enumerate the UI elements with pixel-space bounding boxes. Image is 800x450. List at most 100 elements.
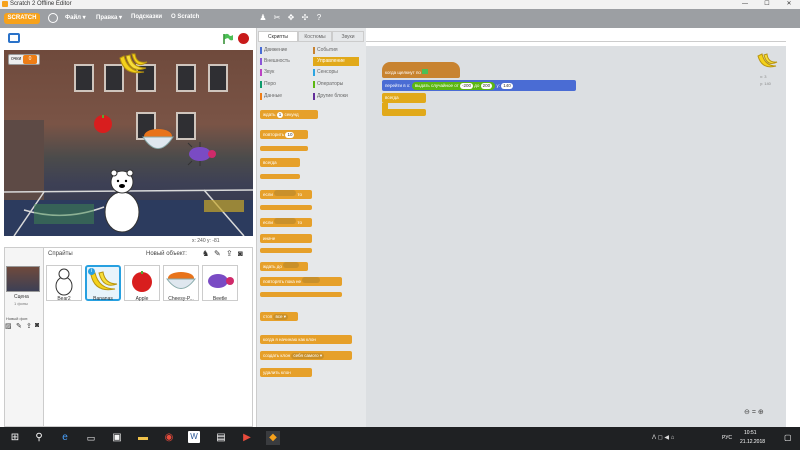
- block-stop[interactable]: стоп все ▾: [260, 312, 298, 321]
- store-icon[interactable]: ▣: [110, 431, 124, 445]
- scratch-icon[interactable]: ◆: [266, 431, 280, 445]
- category-motion[interactable]: Движение: [260, 47, 287, 54]
- word-icon[interactable]: W: [188, 431, 200, 443]
- block-repeat-until[interactable]: повторять пока не: [260, 277, 342, 286]
- category-data[interactable]: Данные: [260, 93, 282, 100]
- app-icon: [2, 1, 8, 7]
- block-repeat-bottom[interactable]: [260, 146, 308, 151]
- sprite-label: Bear2: [57, 296, 71, 302]
- duplicate-icon[interactable]: ♟: [258, 13, 268, 23]
- category-operators[interactable]: Операторы: [313, 81, 343, 88]
- chrome-icon[interactable]: ◉: [162, 431, 176, 445]
- paint-sprite-icon[interactable]: ♞: [202, 249, 209, 258]
- shrink-icon[interactable]: ✣: [300, 13, 310, 23]
- notifications-icon[interactable]: ▢: [784, 433, 792, 442]
- block-else[interactable]: иначе: [260, 234, 312, 243]
- block-delete-clone[interactable]: удалить клон: [260, 368, 312, 377]
- block-forever-bottom[interactable]: [260, 174, 300, 179]
- block-create-clone[interactable]: создать клон себя самого ▾: [260, 351, 352, 360]
- block-if-else-bottom[interactable]: [260, 248, 312, 253]
- tray-date[interactable]: 21.12.2018: [740, 439, 765, 445]
- variable-monitor[interactable]: очки 0: [8, 54, 41, 65]
- beetle-sprite[interactable]: [184, 142, 218, 166]
- camera-backdrop-icon[interactable]: ◙: [35, 322, 39, 329]
- upload-sprite-icon[interactable]: ⇪: [226, 249, 233, 258]
- script-area[interactable]: [366, 46, 786, 427]
- block-repeat[interactable]: повторить 10: [260, 130, 308, 139]
- help-icon[interactable]: ?: [314, 13, 324, 23]
- task-view-icon[interactable]: ▭: [84, 431, 98, 445]
- block-if-else[interactable]: если то: [260, 218, 312, 227]
- sprites-header: Спрайты Новый объект: ♞ ✎ ⇪ ◙: [44, 248, 252, 262]
- block-wait-until[interactable]: ждать до: [260, 262, 308, 271]
- script-forever-block[interactable]: всегда: [382, 93, 426, 103]
- zoom-controls: ⊖ = ⊕: [744, 408, 764, 416]
- green-flag-icon[interactable]: [222, 33, 234, 45]
- apple-sprite[interactable]: [92, 112, 114, 134]
- start-icon[interactable]: ⊞: [8, 431, 22, 445]
- category-events[interactable]: События: [313, 47, 338, 54]
- close-button[interactable]: ✕: [778, 0, 800, 9]
- explorer-icon[interactable]: ▬: [136, 431, 150, 445]
- cheesy-puffs-sprite[interactable]: [140, 126, 176, 154]
- tab-sounds[interactable]: Звуки: [332, 31, 364, 42]
- block-forever[interactable]: всегда: [260, 158, 300, 167]
- menu-edit[interactable]: Правка ▾: [96, 14, 122, 21]
- draw-backdrop-icon[interactable]: ✎: [16, 322, 22, 330]
- zoom-reset-button[interactable]: =: [752, 409, 756, 416]
- category-control[interactable]: Управление: [313, 57, 359, 66]
- language-globe-icon[interactable]: [48, 13, 58, 23]
- minimize-button[interactable]: —: [734, 0, 756, 9]
- block-wait[interactable]: ждать 1 секунд: [260, 110, 318, 119]
- grow-icon[interactable]: ✥: [286, 13, 296, 23]
- script-hat-block[interactable]: когда щелкнут по: [382, 62, 460, 78]
- sprite-label: Bananas: [93, 296, 113, 302]
- zoom-in-button[interactable]: ⊕: [758, 409, 764, 416]
- sprites-title: Спрайты: [48, 251, 73, 257]
- paint-backdrop-icon[interactable]: ▨: [5, 322, 12, 330]
- sprite-x-readout: x: 3: [760, 74, 767, 79]
- upload-backdrop-icon[interactable]: ⇪: [26, 322, 32, 330]
- tray-language[interactable]: РУС: [722, 435, 732, 441]
- scratch-logo[interactable]: SCRATCH: [4, 13, 40, 24]
- menu-tips[interactable]: Подсказки: [131, 14, 162, 20]
- block-if-bottom[interactable]: [260, 205, 312, 210]
- menu-about[interactable]: О Scratch: [171, 14, 199, 20]
- stage[interactable]: очки 0: [4, 50, 253, 236]
- block-when-clone-starts[interactable]: когда я начинаю как клон: [260, 335, 352, 344]
- bear-sprite[interactable]: [100, 168, 144, 234]
- category-sensing[interactable]: Сенсоры: [313, 69, 338, 76]
- zoom-out-button[interactable]: ⊖: [744, 409, 750, 416]
- stage-mouse-coords: x: 240 y: -81: [192, 238, 220, 244]
- tray-icons[interactable]: ᐱ ◻ ◀ ⌂: [652, 434, 674, 441]
- menu-file[interactable]: Файл ▾: [65, 14, 86, 21]
- tab-costumes[interactable]: Костюмы: [298, 31, 332, 42]
- script-goto-block[interactable]: перейти в x: выдать случайное от -200 до…: [382, 80, 576, 91]
- edge-icon[interactable]: e: [58, 431, 72, 445]
- category-sound[interactable]: Звук: [260, 69, 274, 76]
- random-block[interactable]: выдать случайное от -200 до 200: [411, 82, 496, 90]
- maximize-button[interactable]: ☐: [756, 0, 778, 9]
- block-repeat-until-bottom[interactable]: [260, 292, 342, 297]
- banana-sprite[interactable]: [116, 52, 148, 80]
- sprite-label: Cheesy-P...: [168, 296, 194, 302]
- sprite-info-icon[interactable]: i: [88, 268, 95, 275]
- window-title: Scratch 2 Offline Editor: [10, 1, 72, 7]
- search-icon[interactable]: ⚲: [32, 431, 46, 445]
- tab-scripts[interactable]: Скрипты: [258, 31, 298, 42]
- category-pen[interactable]: Перо: [260, 81, 276, 88]
- files-icon[interactable]: ▤: [214, 431, 228, 445]
- script-forever-bottom[interactable]: [382, 109, 426, 116]
- category-more-blocks[interactable]: Другие блоки: [313, 93, 348, 100]
- stage-header: [0, 28, 256, 50]
- presentation-mode-icon[interactable]: [8, 33, 20, 43]
- stage-thumbnail[interactable]: [6, 266, 40, 292]
- category-looks[interactable]: Внешность: [260, 58, 290, 65]
- obs-icon[interactable]: ▶: [240, 431, 254, 445]
- delete-icon[interactable]: ✂: [272, 13, 282, 23]
- stop-icon[interactable]: [238, 33, 249, 44]
- tray-time[interactable]: 10:51: [744, 430, 757, 436]
- block-if[interactable]: если то: [260, 190, 312, 199]
- camera-sprite-icon[interactable]: ◙: [238, 249, 243, 258]
- draw-sprite-icon[interactable]: ✎: [214, 249, 221, 258]
